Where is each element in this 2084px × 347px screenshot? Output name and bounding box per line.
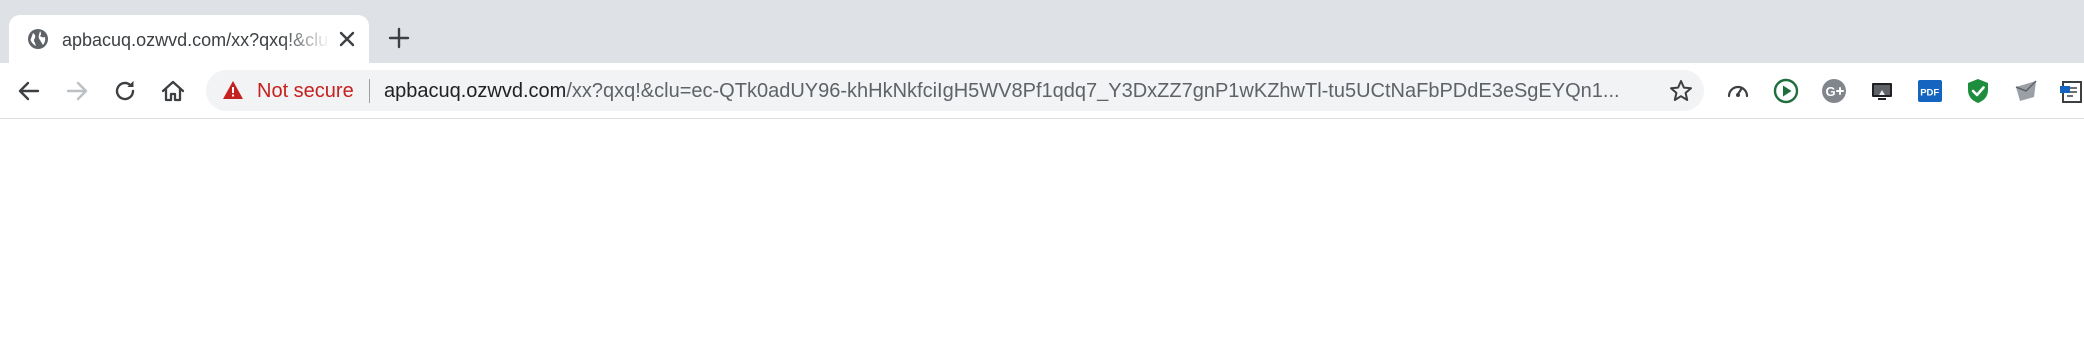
monitor-icon[interactable] [1868,77,1896,105]
url-text[interactable]: apbacuq.ozwvd.com/xx?qxq!&clu=ec-QTk0adU… [384,79,1654,103]
speed-dial-icon[interactable] [1724,77,1752,105]
omnibox-separator [369,79,370,103]
browser-window: apbacuq.ozwvd.com/xx?qxq!&clu=ec-QTk0adU… [0,0,2084,347]
url-host: apbacuq.ozwvd.com [384,80,567,102]
new-tab-plus-icon[interactable] [386,25,412,51]
address-bar[interactable]: Not secure apbacuq.ozwvd.com/xx?qxq!&clu… [206,70,1704,111]
flag-icon[interactable] [2012,77,2040,105]
pdf-icon[interactable]: PDF [1916,77,1944,105]
svg-text:G: G [1826,84,1836,99]
url-path: /xx?qxq!&clu=ec-QTk0adUY96-khHkNkfciIgH5… [566,80,1620,102]
not-secure-label[interactable]: Not secure [257,79,354,103]
globe-icon [28,29,48,49]
reload-icon[interactable] [111,77,139,105]
close-icon[interactable] [335,27,359,51]
tab-title: apbacuq.ozwvd.com/xx?qxq!&clu=ec-QTk0adU… [62,30,330,50]
back-arrow-icon[interactable] [15,77,43,105]
home-icon[interactable] [159,77,187,105]
svg-text:PDF: PDF [1920,88,1939,99]
play-icon[interactable] [1772,77,1800,105]
page-content [0,119,2084,347]
warning-icon[interactable] [222,80,244,100]
bookmark-star-icon[interactable] [1668,78,1694,104]
pdf-convert-icon[interactable] [2060,77,2084,105]
g-plus-icon[interactable]: G [1820,77,1848,105]
shield-check-icon[interactable] [1964,77,1992,105]
toolbar: Not secure apbacuq.ozwvd.com/xx?qxq!&clu… [0,63,2084,119]
forward-arrow-icon[interactable] [63,77,91,105]
active-tab[interactable]: apbacuq.ozwvd.com/xx?qxq!&clu=ec-QTk0adU… [9,15,369,63]
tab-strip: apbacuq.ozwvd.com/xx?qxq!&clu=ec-QTk0adU… [0,0,2084,63]
